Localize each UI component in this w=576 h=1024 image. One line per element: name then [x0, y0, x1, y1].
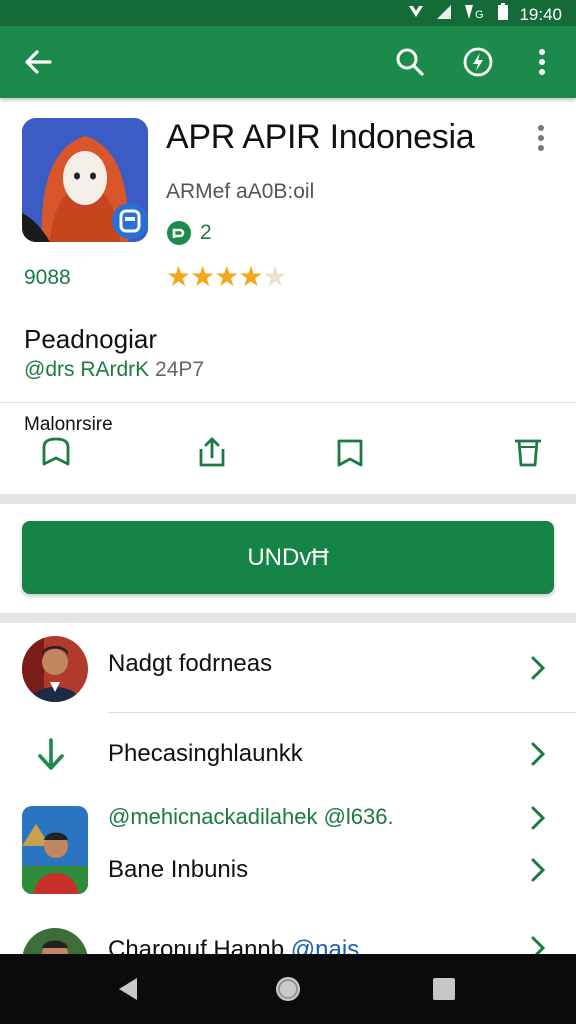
list-item[interactable]: Charonuf Hannb @nais — [0, 920, 576, 954]
star-icon: ★ — [166, 261, 191, 292]
subtitle: @drs RArdrK 24P7 — [24, 358, 204, 382]
app-icon — [22, 118, 148, 242]
developer-name[interactable]: ARMef aA0B:oil — [166, 180, 314, 204]
nav-home-button[interactable] — [268, 972, 308, 1006]
download-icon — [34, 738, 68, 779]
install-button[interactable]: UNDvĦ — [22, 521, 554, 594]
signal-icon — [435, 3, 453, 26]
app-title: APR APIR Indonesia — [166, 118, 475, 156]
clock: 19:40 — [519, 4, 562, 24]
app-bar — [0, 26, 576, 98]
avatar — [22, 636, 88, 702]
list-item-tag: @nais — [290, 936, 360, 954]
navigation-bar — [0, 954, 576, 1024]
category[interactable]: Peadnogiar — [24, 324, 157, 355]
wifi-icon: G — [463, 3, 487, 26]
svg-text:G: G — [475, 9, 484, 21]
home-circle-icon — [276, 977, 300, 1001]
subtitle-detail: 24P7 — [155, 358, 205, 381]
battery-icon — [497, 3, 509, 26]
badge-row: 2 — [166, 220, 212, 246]
subtitle-link[interactable]: @drs RArdrK — [24, 358, 149, 381]
lightning-icon — [463, 47, 493, 77]
list-item-label: Bane Inbunis — [108, 856, 249, 883]
section-divider — [0, 494, 576, 504]
bookmark-icon — [42, 437, 70, 466]
app-more-button[interactable] — [536, 124, 546, 159]
star-icon: ★ — [214, 261, 239, 292]
search-button[interactable] — [388, 40, 432, 84]
chevron-right-icon — [528, 740, 548, 773]
chevron-right-icon — [528, 856, 548, 889]
wishlist-button[interactable] — [36, 432, 76, 472]
back-button[interactable] — [16, 40, 60, 84]
more-options-button[interactable] — [520, 40, 564, 84]
share-icon — [199, 437, 225, 467]
share-button[interactable] — [192, 432, 232, 472]
trash-icon — [515, 439, 541, 467]
flag-icon — [337, 439, 363, 467]
divider — [108, 712, 576, 713]
list-item[interactable]: Nadgt fodrneas — [0, 628, 576, 708]
list-item[interactable]: Phecasinghlaunkk — [0, 716, 576, 796]
badge-count: 2 — [200, 221, 212, 244]
section-divider — [0, 613, 576, 623]
flag-button[interactable] — [330, 432, 370, 472]
star-icon: ★ — [238, 261, 263, 292]
editors-choice-icon — [167, 221, 191, 245]
divider — [0, 402, 576, 403]
more-vert-icon — [539, 49, 545, 75]
list-item-title: Charonuf Hannb — [108, 936, 285, 954]
list-item-link[interactable]: @mehicnackadilahek — [108, 804, 317, 829]
arrow-left-icon — [25, 50, 52, 74]
avatar — [22, 806, 88, 894]
chevron-right-icon — [528, 934, 548, 954]
list-item-label: Charonuf Hannb @nais — [108, 936, 359, 954]
chevron-right-icon — [528, 804, 548, 837]
nav-recents-button[interactable] — [424, 972, 464, 1006]
list-item[interactable]: @mehicnackadilahek @l636. Bane Inbunis — [0, 798, 576, 898]
rating-stars: ★★★★★ — [166, 260, 288, 293]
avatar — [22, 928, 88, 954]
status-bar: G 19:40 — [0, 0, 576, 26]
star-icon: ★ — [190, 261, 215, 292]
star-empty-icon: ★ — [262, 261, 287, 292]
triangle-back-icon — [119, 978, 137, 1000]
delete-button[interactable] — [508, 432, 548, 472]
more-vert-icon — [538, 125, 544, 151]
rating-count: 9088 — [24, 266, 71, 289]
nav-back-button[interactable] — [108, 972, 148, 1006]
chevron-right-icon — [528, 654, 548, 687]
instant-app-button[interactable] — [456, 40, 500, 84]
list-item-tag: @l636. — [323, 804, 394, 829]
list-item-label: @mehicnackadilahek @l636. — [108, 804, 394, 830]
notification-icon — [407, 3, 425, 26]
square-recents-icon — [433, 978, 455, 1000]
list-item-label: Phecasinghlaunkk — [108, 740, 303, 767]
search-icon — [396, 48, 424, 76]
list-item-label: Nadgt fodrneas — [108, 650, 273, 677]
